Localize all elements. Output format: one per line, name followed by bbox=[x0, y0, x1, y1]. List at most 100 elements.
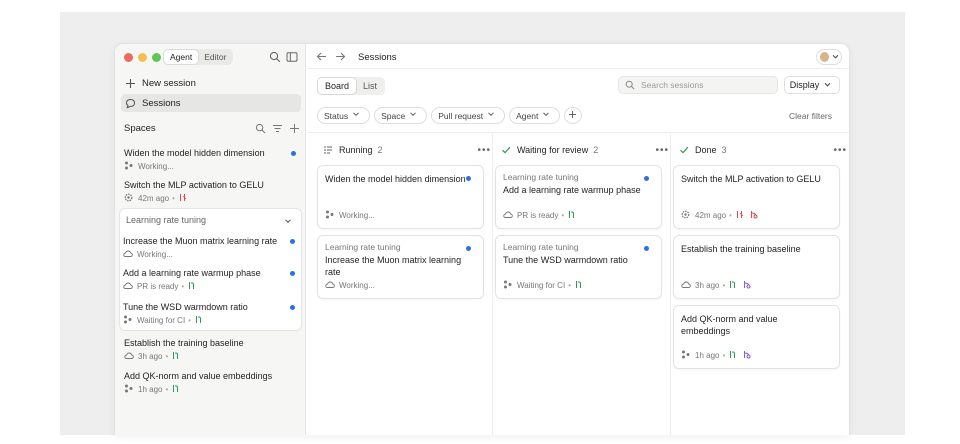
card-title: Switch the MLP activation to GELU bbox=[681, 174, 821, 184]
session-card[interactable]: Widen the model hidden dimension Working… bbox=[317, 165, 484, 229]
more-options-icon[interactable]: ••• bbox=[477, 145, 491, 156]
cloud-icon bbox=[124, 351, 135, 362]
check-icon bbox=[679, 145, 690, 156]
card-status: Working... bbox=[339, 211, 375, 220]
breadcrumb: Sessions bbox=[358, 52, 397, 63]
session-title: Switch the MLP activation to GELU bbox=[124, 180, 264, 190]
pr-open-icon bbox=[567, 210, 578, 221]
tab-board[interactable]: Board bbox=[318, 78, 357, 94]
session-card[interactable]: Learning rate tuning Increase the Muon m… bbox=[317, 235, 484, 299]
tab-list[interactable]: List bbox=[356, 78, 384, 94]
session-card[interactable]: Switch the MLP activation to GELU 42m ag… bbox=[673, 165, 840, 229]
pr-open-icon bbox=[728, 350, 739, 361]
card-title: Widen the model hidden dimension bbox=[325, 174, 466, 184]
session-title: Tune the WSD warmdown ratio bbox=[123, 302, 248, 312]
divider bbox=[307, 132, 849, 133]
sidebar-session-item[interactable]: Tune the WSD warmdown ratio Waiting for … bbox=[123, 301, 299, 326]
unread-dot bbox=[644, 176, 649, 181]
close-window-button[interactable] bbox=[124, 53, 133, 62]
unread-dot bbox=[290, 305, 295, 310]
card-title: Increase the Muon matrix learning rate bbox=[325, 255, 462, 277]
forward-arrow-icon[interactable] bbox=[335, 51, 346, 62]
card-title: Add a learning rate warmup phase bbox=[503, 185, 641, 195]
filter-pull-request[interactable]: Pull request bbox=[431, 107, 506, 124]
card-status: Working... bbox=[339, 281, 375, 290]
filter-agent[interactable]: Agent bbox=[509, 107, 561, 124]
search-icon bbox=[625, 80, 636, 91]
sidebar-session-item[interactable]: Increase the Muon matrix learning rate W… bbox=[123, 235, 299, 260]
sidebar-session-item[interactable]: Switch the MLP activation to GELU 42m ag… bbox=[124, 179, 300, 204]
column-header-done: Done 3 ••• bbox=[679, 144, 847, 156]
column-title: Waiting for review bbox=[517, 145, 589, 155]
sidebar-session-item[interactable]: Widen the model hidden dimension Working… bbox=[124, 147, 300, 172]
sidebar-session-item[interactable]: Add a learning rate warmup phase PR is r… bbox=[123, 267, 299, 292]
spaces-header: Spaces bbox=[124, 123, 300, 134]
session-status: Waiting for CI bbox=[137, 316, 186, 325]
add-filter-button[interactable] bbox=[564, 107, 583, 124]
sessions-label: Sessions bbox=[142, 97, 181, 109]
pr-open-icon bbox=[574, 280, 585, 291]
session-card[interactable]: Establish the training baseline 3h ago • bbox=[673, 235, 840, 299]
cloud-icon bbox=[123, 281, 134, 292]
unread-dot bbox=[290, 271, 295, 276]
sidebar-item-sessions[interactable]: Sessions bbox=[121, 94, 301, 112]
zoom-window-button[interactable] bbox=[152, 53, 161, 62]
spaces-search-icon[interactable] bbox=[255, 123, 266, 134]
sidebar: Agent Editor New session Sessions Spaces bbox=[115, 44, 306, 435]
cloud-icon bbox=[123, 249, 134, 260]
column-header-waiting-for-review: Waiting for review 2 ••• bbox=[501, 144, 669, 156]
unread-dot bbox=[466, 246, 471, 251]
chevron-down-icon bbox=[487, 110, 498, 121]
gear-icon bbox=[681, 210, 692, 221]
session-status: 3h ago bbox=[138, 352, 163, 361]
pr-open-icon bbox=[194, 315, 205, 326]
minimize-window-button[interactable] bbox=[138, 53, 147, 62]
card-status: 3h ago bbox=[695, 281, 720, 290]
add-space-icon[interactable] bbox=[289, 123, 300, 134]
more-options-icon[interactable]: ••• bbox=[655, 145, 669, 156]
filter-status[interactable]: Status bbox=[317, 107, 371, 124]
cloud-icon bbox=[681, 280, 692, 291]
mode-editor-button[interactable]: Editor bbox=[198, 50, 232, 64]
clear-filters-button[interactable]: Clear filters bbox=[789, 111, 832, 121]
search-input[interactable] bbox=[641, 80, 771, 90]
filter-space[interactable]: Space bbox=[374, 107, 428, 124]
back-arrow-icon[interactable] bbox=[316, 51, 327, 62]
session-card[interactable]: Learning rate tuning Add a learning rate… bbox=[495, 165, 662, 229]
more-options-icon[interactable]: ••• bbox=[833, 145, 847, 156]
window-controls bbox=[124, 53, 161, 62]
card-title: Establish the training baseline bbox=[681, 244, 801, 254]
branch-purple-icon bbox=[742, 280, 753, 291]
cloud-icon bbox=[503, 210, 514, 221]
mode-agent-button[interactable]: Agent bbox=[164, 50, 199, 64]
sidebar-session-item[interactable]: Add QK-norm and value embeddings 1h ago … bbox=[124, 370, 300, 395]
cloud-icon bbox=[325, 280, 336, 291]
new-session-label: New session bbox=[142, 77, 196, 89]
filter-label: Pull request bbox=[438, 110, 484, 121]
account-menu-button[interactable] bbox=[816, 49, 842, 65]
view-switcher: Board List bbox=[317, 77, 386, 95]
chevron-down-icon[interactable] bbox=[283, 216, 294, 227]
agent-icon bbox=[503, 280, 514, 291]
session-card[interactable]: Learning rate tuning Tune the WSD warmdo… bbox=[495, 235, 662, 299]
search-box bbox=[618, 76, 778, 94]
avatar bbox=[820, 52, 830, 62]
column-title: Running bbox=[339, 145, 373, 155]
filter-icon[interactable] bbox=[272, 123, 283, 134]
session-title: Increase the Muon matrix learning rate bbox=[123, 236, 278, 246]
session-status: 42m ago bbox=[138, 194, 170, 203]
column-title: Done bbox=[695, 145, 717, 155]
search-icon[interactable] bbox=[269, 51, 281, 63]
pr-closed-icon bbox=[178, 193, 189, 204]
unread-dot bbox=[291, 151, 296, 156]
session-card[interactable]: Add QK-norm and value embeddings 1h ago … bbox=[673, 305, 840, 369]
new-session-button[interactable]: New session bbox=[121, 74, 301, 92]
chevron-down-icon bbox=[542, 110, 553, 121]
display-button[interactable]: Display bbox=[784, 76, 840, 94]
sidebar-toggle-icon[interactable] bbox=[286, 51, 298, 63]
plus-icon bbox=[568, 110, 579, 121]
column-count: 2 bbox=[377, 145, 383, 155]
sidebar-session-item[interactable]: Establish the training baseline 3h ago • bbox=[124, 337, 300, 362]
space-group-title: Learning rate tuning bbox=[126, 215, 207, 225]
card-status: 1h ago bbox=[695, 351, 720, 360]
